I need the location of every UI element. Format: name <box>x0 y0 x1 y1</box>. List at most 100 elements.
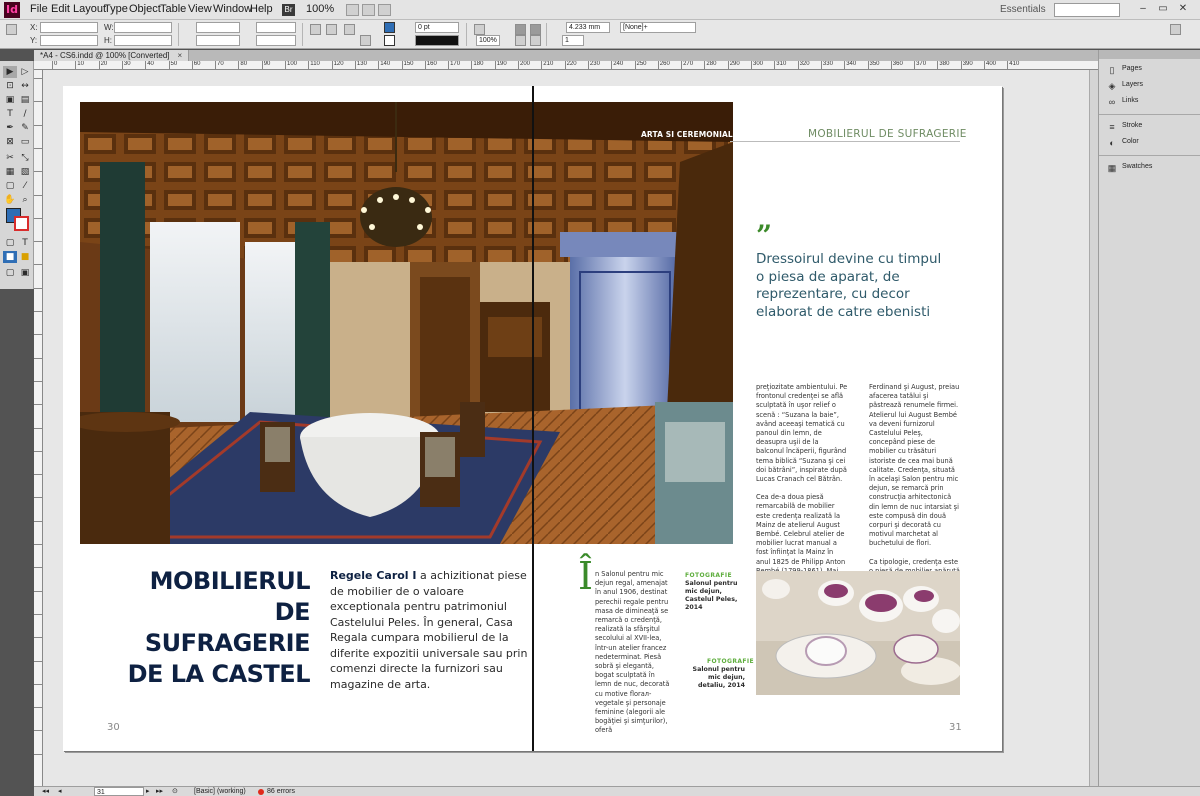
vertical-scrollbar[interactable] <box>1089 70 1098 786</box>
menu-type[interactable]: Type <box>104 3 128 15</box>
y-field[interactable] <box>40 35 98 46</box>
select-content-icon[interactable] <box>360 35 371 46</box>
next-page-icon[interactable]: ▸ <box>146 787 150 796</box>
panel-swatches[interactable]: ▦ Swatches <box>1099 160 1200 176</box>
panel-menu-icon[interactable] <box>1170 24 1181 35</box>
apply-gradient-icon[interactable]: ■ <box>18 251 32 263</box>
bridge-icon[interactable]: Br <box>282 4 295 16</box>
panel-color[interactable]: ◐ Color <box>1099 135 1200 151</box>
content-collector-icon[interactable]: ▣ <box>3 94 17 106</box>
selection-tool-icon[interactable]: ▶ <box>3 66 17 78</box>
type-tool-icon[interactable]: T <box>3 108 17 120</box>
shear-field[interactable] <box>256 35 296 46</box>
count-field[interactable]: 1 <box>562 35 584 46</box>
vertical-ruler[interactable] <box>34 70 43 786</box>
intro-paragraph[interactable]: Regele Carol I a achizitionat piese de m… <box>330 568 530 692</box>
note-tool-icon[interactable]: ▢ <box>3 180 17 192</box>
flip-vertical-icon[interactable] <box>326 24 337 35</box>
last-page-icon[interactable]: ▸▸ <box>156 787 163 796</box>
teacup-photo[interactable] <box>756 571 960 695</box>
body-column-1[interactable]: preţiozitate ambientului. Pe frontonul c… <box>756 383 848 594</box>
pull-quote[interactable]: Dressoirul devine cu timpul o piesa de a… <box>756 251 946 321</box>
gradient-feather-tool-icon[interactable]: ▧ <box>18 166 32 178</box>
select-container-icon[interactable] <box>344 24 355 35</box>
preview-mode-icon[interactable]: ▣ <box>18 267 32 279</box>
panel-stroke[interactable]: ≡ Stroke <box>1099 119 1200 135</box>
fill-frame-icon[interactable] <box>530 35 541 46</box>
x-field[interactable] <box>40 22 98 33</box>
open-page-icon[interactable]: ⊙ <box>172 787 178 796</box>
view-options-icon[interactable] <box>362 4 375 16</box>
zoom-select[interactable]: 100% <box>306 3 334 15</box>
preflight-error-icon[interactable] <box>258 789 264 795</box>
arrange-documents-icon[interactable] <box>378 4 391 16</box>
scale-y-field[interactable] <box>196 35 240 46</box>
document-tab[interactable]: *A4 - CS6.indd @ 100% [Converted] × <box>34 50 190 61</box>
workspace-switcher[interactable]: Essentials <box>1000 4 1046 15</box>
pen-tool-icon[interactable]: ✒ <box>3 122 17 134</box>
body-column-3[interactable]: n Salonul pentru mic dejun regal, amenaj… <box>595 570 673 745</box>
eyedropper-tool-icon[interactable]: ⁄ <box>18 180 32 192</box>
line-tool-icon[interactable]: / <box>18 108 32 120</box>
flip-horizontal-icon[interactable] <box>310 24 321 35</box>
direct-selection-tool-icon[interactable]: ▷ <box>18 66 32 78</box>
dimension-field[interactable]: 4.233 mm <box>566 22 610 33</box>
screen-mode-icon[interactable] <box>346 4 359 16</box>
scale-x-field[interactable] <box>196 22 240 33</box>
scissors-tool-icon[interactable]: ✂ <box>3 152 17 164</box>
menu-object[interactable]: Object <box>129 3 161 15</box>
apply-color-icon[interactable]: ■ <box>3 251 17 263</box>
formatting-container-icon[interactable]: ▢ <box>3 237 17 249</box>
style-status[interactable]: [Basic] (working) <box>194 787 246 796</box>
content-placer-icon[interactable]: ▤ <box>18 94 32 106</box>
fit-content-icon[interactable] <box>530 24 541 35</box>
zoom-tool-icon[interactable]: ⌕ <box>18 194 32 206</box>
normal-mode-icon[interactable]: ▢ <box>3 267 17 279</box>
stroke-swatch-icon[interactable] <box>14 216 29 231</box>
opacity-field[interactable]: 100% <box>476 35 500 46</box>
close-window-icon[interactable]: ✕ <box>1176 3 1190 16</box>
menu-view[interactable]: View <box>188 3 212 15</box>
menu-table[interactable]: Table <box>160 3 186 15</box>
page-number-field[interactable]: 31 <box>94 787 144 796</box>
free-transform-tool-icon[interactable]: ⤡ <box>18 152 32 164</box>
close-tab-icon[interactable]: × <box>178 51 183 60</box>
minimize-icon[interactable]: – <box>1136 3 1150 16</box>
horizontal-ruler[interactable]: 0 10 20 30 40 50 60 70 80 90 100 110 120 130 140 150 160… <box>34 61 1098 70</box>
hand-tool-icon[interactable]: ✋ <box>3 194 17 206</box>
rotate-field[interactable] <box>256 22 296 33</box>
dining-room-photo[interactable] <box>80 102 733 544</box>
effects-icon[interactable] <box>474 24 485 35</box>
article-headline[interactable]: MOBILIERUL DE SUFRAGERIE DE LA CASTEL <box>103 566 311 690</box>
gap-tool-icon[interactable]: ↔ <box>18 80 32 92</box>
panel-pages[interactable]: ▯ Pages <box>1099 62 1200 78</box>
menu-window[interactable]: Window <box>213 3 252 15</box>
width-field[interactable] <box>114 22 172 33</box>
reference-point-icon[interactable] <box>6 24 17 35</box>
gradient-swatch-tool-icon[interactable]: ▦ <box>3 166 17 178</box>
help-search-input[interactable] <box>1054 3 1120 17</box>
panel-layers[interactable]: ◈ Layers <box>1099 78 1200 94</box>
prev-page-icon[interactable]: ◂ <box>58 787 62 796</box>
formatting-text-icon[interactable]: T <box>18 237 32 249</box>
menu-help[interactable]: Help <box>250 3 273 15</box>
maximize-icon[interactable]: ▭ <box>1156 3 1170 16</box>
panel-links[interactable]: ∞ Links <box>1099 94 1200 110</box>
page-tool-icon[interactable]: ⊡ <box>3 80 17 92</box>
stroke-color-icon[interactable] <box>384 35 395 46</box>
menu-file[interactable]: File <box>30 3 48 15</box>
stroke-type-select[interactable] <box>415 35 459 46</box>
object-style-select[interactable]: [None]+ <box>620 22 696 33</box>
first-page-icon[interactable]: ◂◂ <box>42 787 49 796</box>
panel-dock-header[interactable] <box>1099 50 1200 59</box>
fitting-icon[interactable] <box>515 24 526 35</box>
stroke-weight-field[interactable]: 0 pt <box>415 22 459 33</box>
rectangle-tool-icon[interactable]: ▭ <box>18 136 32 148</box>
fill-color-icon[interactable] <box>384 22 395 33</box>
preflight-errors[interactable]: 86 errors <box>267 787 295 796</box>
menu-layout[interactable]: Layout <box>73 3 106 15</box>
center-content-icon[interactable] <box>515 35 526 46</box>
height-field[interactable] <box>114 35 172 46</box>
menu-edit[interactable]: Edit <box>51 3 70 15</box>
pencil-tool-icon[interactable]: ✎ <box>18 122 32 134</box>
